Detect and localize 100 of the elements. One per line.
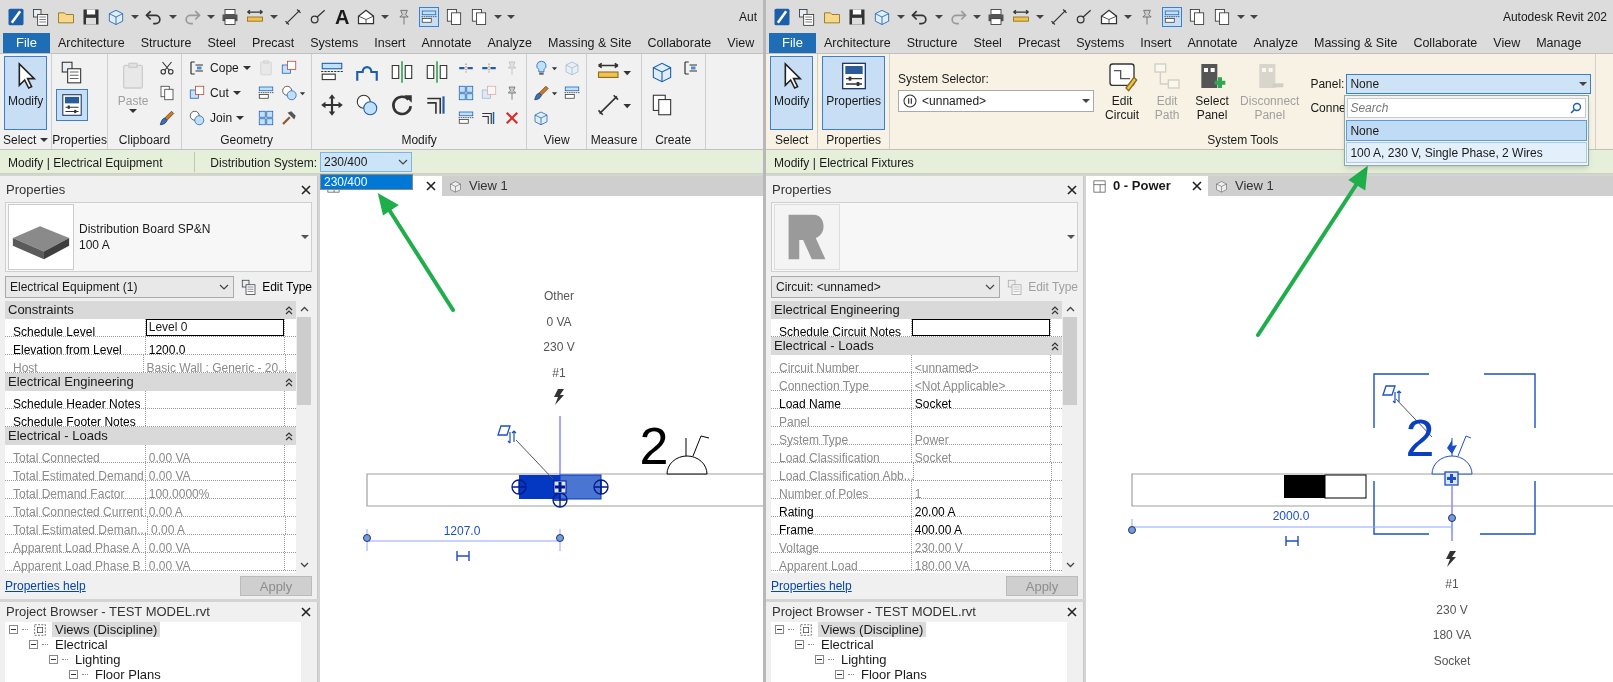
ribbon-tab[interactable]: Massing & Site [540, 33, 640, 53]
ribbon-tab[interactable]: Analyze [1245, 33, 1306, 53]
system-selector-dropdown[interactable]: <unnamed> [898, 90, 1095, 112]
collapse-icon[interactable] [285, 305, 294, 315]
collapse-icon[interactable] [1051, 305, 1060, 315]
ribbon-tab[interactable]: Massing & Site [1306, 33, 1406, 53]
dimension-line[interactable] [363, 528, 564, 552]
caret-icon[interactable] [381, 13, 390, 20]
ribbon-button[interactable]: Modify [4, 56, 48, 130]
app-logo-icon[interactable] [6, 6, 26, 27]
properties-help-link[interactable]: Properties help [771, 577, 852, 595]
ribbon-button[interactable]: Modify [770, 56, 814, 130]
group-header[interactable]: Electrical - Loads [5, 427, 297, 445]
properties-help-link[interactable]: Properties help [5, 577, 86, 595]
file-menu-button[interactable]: File [769, 33, 816, 53]
tree-item[interactable]: Lighting [72, 652, 124, 667]
parallelogram-icon[interactable] [1381, 384, 1403, 404]
dimension-lock-icon[interactable] [456, 551, 470, 561]
properties-icon[interactable] [56, 89, 89, 121]
grip-handle[interactable] [511, 479, 527, 495]
caret-icon[interactable] [242, 65, 251, 71]
ribbon-button[interactable]: Cut [186, 81, 253, 105]
caret-icon[interactable] [236, 115, 245, 121]
collapse-icon[interactable] [795, 640, 804, 649]
print-icon[interactable] [220, 6, 240, 27]
collapse-icon[interactable] [29, 640, 38, 649]
ribbon-tab[interactable]: Systems [1068, 33, 1133, 53]
scroll-down-icon[interactable] [1065, 562, 1075, 568]
ribbon-tab[interactable]: Collaborate [1405, 33, 1486, 53]
collapse-icon[interactable] [285, 377, 294, 387]
ribbon-tab[interactable]: Architecture [815, 33, 899, 53]
caret-icon[interactable] [301, 234, 309, 240]
ribbon-button[interactable]: Properties [822, 56, 886, 130]
grip-handle[interactable] [552, 492, 568, 508]
ribbon-tab[interactable]: Analyze [479, 33, 540, 53]
ribbon-tab[interactable]: Insert [366, 33, 414, 53]
chevron-down-icon[interactable] [398, 158, 408, 165]
floor-plan-tab[interactable]: 0 - Power [1086, 176, 1208, 196]
ribbon-tab[interactable]: Annotate [1179, 33, 1246, 53]
parallelogram-icon[interactable] [496, 424, 518, 444]
text-tool-button[interactable]: A [333, 5, 352, 28]
caret-icon[interactable] [232, 90, 241, 96]
align-bars-icon[interactable] [1162, 6, 1182, 27]
tree-item[interactable]: Electrical [818, 637, 877, 652]
close-icon[interactable] [301, 185, 311, 195]
ribbon-tab[interactable]: View [719, 33, 763, 53]
caret-icon[interactable] [897, 13, 905, 20]
panel-dropdown[interactable]: None [1346, 74, 1592, 94]
group-header[interactable]: Electrical - Loads [771, 337, 1063, 355]
grip-handle[interactable] [593, 479, 609, 495]
scroll-up-icon[interactable] [299, 306, 309, 312]
print-icon[interactable] [986, 6, 1006, 27]
tree-item[interactable]: Views (Discipline) [818, 622, 927, 637]
chevron-down-icon[interactable] [219, 284, 230, 290]
caret-icon[interactable] [973, 13, 981, 20]
edit-type-button[interactable]: Edit Type [240, 278, 312, 296]
collapse-icon[interactable] [1051, 341, 1060, 351]
grip-handle[interactable] [1444, 471, 1459, 486]
tree-item[interactable]: Views (Discipline) [52, 622, 161, 637]
aligned-dimension-icon[interactable] [283, 6, 303, 27]
dropdown-option[interactable]: None [1346, 120, 1588, 141]
ribbon-tab[interactable]: Systems [302, 33, 367, 53]
dropdown-option[interactable]: 230/400 [321, 175, 412, 189]
caret-icon[interactable] [1579, 81, 1588, 87]
group-header[interactable]: Constraints [5, 301, 297, 319]
dimension-lock-icon[interactable] [1285, 536, 1299, 546]
panel-title[interactable]: Select [3, 130, 49, 149]
property-field[interactable]: Level 0 [145, 319, 285, 336]
caret-icon[interactable] [1082, 98, 1091, 104]
copy-icon[interactable] [1187, 6, 1207, 27]
caret-icon[interactable] [207, 13, 215, 20]
caret-icon[interactable] [935, 13, 943, 20]
collapse-icon[interactable] [775, 625, 784, 634]
caret-icon[interactable] [169, 13, 177, 20]
ribbon-tab[interactable]: Architecture [49, 33, 133, 53]
socket-symbol[interactable] [1431, 435, 1473, 475]
close-icon[interactable] [1192, 181, 1202, 191]
dropdown-option[interactable]: 100 A, 230 V, Single Phase, 2 Wires [1346, 142, 1588, 163]
caret-icon[interactable] [1067, 234, 1075, 240]
file-menu-button[interactable]: File [3, 33, 50, 53]
ribbon-button[interactable]: Select Panel [1191, 56, 1234, 130]
distribution-board[interactable] [519, 474, 602, 500]
app-logo-icon[interactable] [772, 6, 792, 27]
type-selector[interactable]: Distribution Board SP&N 100 A [5, 202, 312, 272]
scrollbar-thumb[interactable] [1063, 317, 1078, 405]
paintbrush-icon[interactable] [157, 108, 178, 128]
close-icon[interactable] [1067, 607, 1077, 617]
group-header[interactable]: Electrical Engineering [771, 301, 1063, 319]
collapse-icon[interactable] [9, 625, 18, 634]
ribbon-tab[interactable]: Manage [1528, 33, 1590, 53]
collapse-icon[interactable] [69, 670, 78, 679]
distribution-system-dropdown[interactable]: 230/400 [320, 151, 412, 172]
close-icon[interactable] [426, 181, 436, 191]
filter-dropdown[interactable]: Electrical Equipment (1) [5, 276, 235, 298]
collapse-icon[interactable] [49, 655, 58, 664]
ribbon-tab[interactable]: Steel [199, 33, 244, 53]
ribbon-tab[interactable]: Precast [243, 33, 303, 53]
grip-handle[interactable] [553, 480, 567, 494]
ribbon-tab[interactable]: Insert [1132, 33, 1180, 53]
group-header[interactable]: Electrical Engineering [5, 373, 297, 391]
